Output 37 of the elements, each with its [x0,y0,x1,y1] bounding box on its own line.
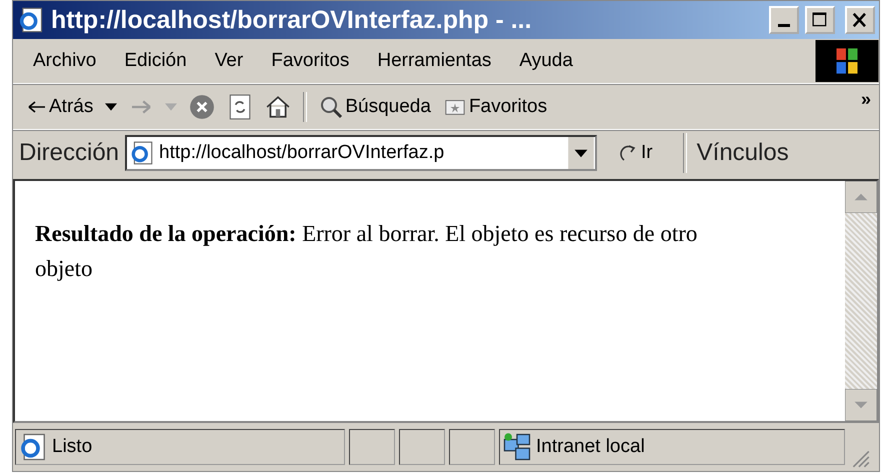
caret-icon[interactable] [105,103,118,111]
menu-item[interactable]: Ayuda [519,50,573,72]
page-icon [17,6,45,34]
menu-item[interactable]: Favoritos [271,50,350,72]
address-label: Dirección [19,139,120,167]
favorites-button[interactable]: Favoritos [442,96,548,118]
status-pane [349,429,395,465]
home-icon[interactable] [265,94,292,120]
minimize-icon [778,24,790,26]
search-button[interactable]: Búsqueda [319,95,431,119]
menu-item[interactable]: Edición [124,50,187,72]
close-button[interactable] [845,6,875,34]
maximize-button[interactable] [805,6,835,34]
dropdown-button[interactable] [567,137,596,169]
go-button[interactable]: Ir [603,142,677,164]
status-pane [449,429,495,465]
minimize-button[interactable] [769,6,799,34]
refresh-icon[interactable] [227,94,254,120]
links-button[interactable]: Vínculos [692,139,789,167]
more-chevron[interactable]: » [860,89,871,110]
page-icon [18,432,48,462]
back-arrow-icon [27,99,47,115]
menu-item[interactable]: Herramientas [377,50,492,72]
stop-icon[interactable] [189,94,216,120]
search-icon [319,95,344,119]
status-text: Listo [52,436,92,458]
network-computers-icon [502,432,532,462]
menu-item[interactable]: Ver [214,50,244,72]
status-pane [399,429,445,465]
window-title: http://localhost/borrarOVInterfaz.php - ... [51,6,533,34]
menu-item[interactable]: Archivo [33,50,96,72]
page-icon [129,140,156,166]
result-message: Resultado de la operación: Error al borrar. El objeto es recurso de otro objeto [35,220,698,283]
back-button[interactable]: Atrás [27,96,94,118]
flag-logo-icon [815,40,879,82]
zone-text: Intranet local [536,436,645,458]
address-field[interactable]: http://localhost/borrarOVInterfaz.p [125,135,598,171]
